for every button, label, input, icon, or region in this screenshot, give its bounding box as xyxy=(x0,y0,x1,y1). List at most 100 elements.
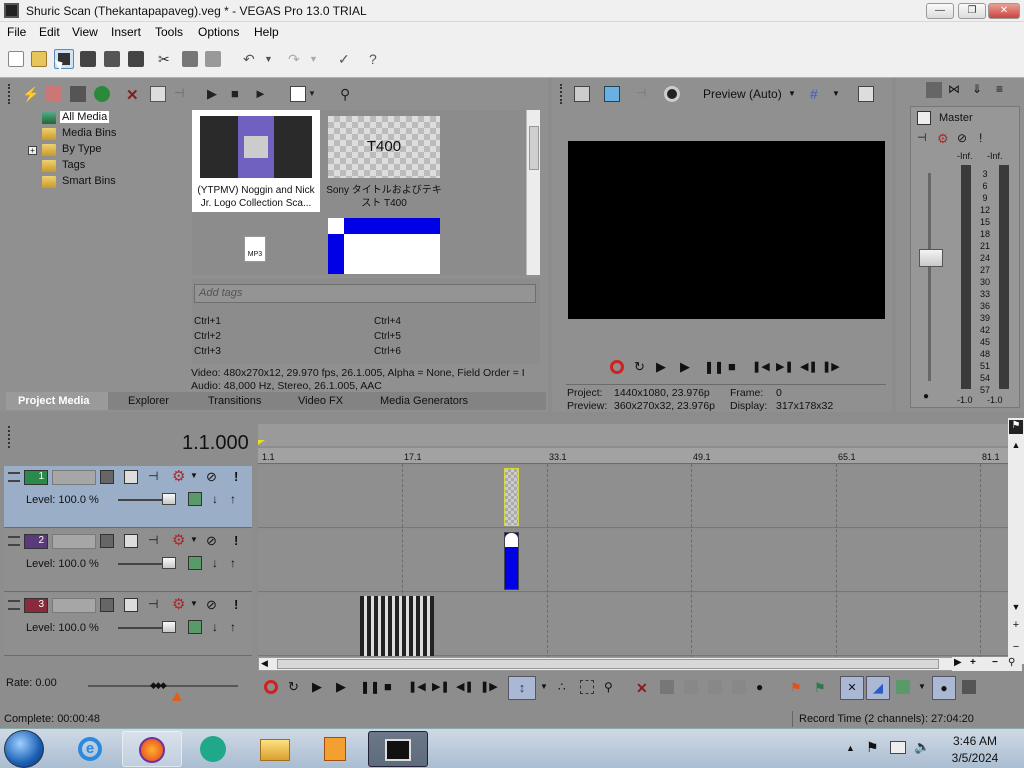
external-monitor-icon[interactable] xyxy=(604,86,620,102)
track-fx-gear-icon[interactable]: ⚙ xyxy=(172,595,185,613)
copy-icon[interactable] xyxy=(182,51,198,67)
get-media-icon[interactable] xyxy=(70,86,86,102)
solo-icon[interactable]: ! xyxy=(234,469,238,484)
snapping-dropdown-icon[interactable]: ▼ xyxy=(918,682,926,691)
taskbar-firefox[interactable] xyxy=(122,731,182,767)
panel-grip[interactable] xyxy=(560,84,564,104)
track-fx-dropdown-icon[interactable]: ▼ xyxy=(190,599,198,608)
undo-dropdown-icon[interactable]: ▼ xyxy=(264,51,280,67)
track-fx-dropdown-icon[interactable]: ▼ xyxy=(190,471,198,480)
timeline-grip[interactable] xyxy=(8,426,12,448)
zoom-in-vertical-icon[interactable]: + xyxy=(1010,620,1022,632)
overlays-grid-icon[interactable]: # xyxy=(810,86,826,102)
zoom-in-horizontal-icon[interactable]: + xyxy=(970,657,976,668)
play-icon[interactable]: ▶ xyxy=(680,360,694,374)
whats-this-help-icon[interactable]: ? xyxy=(369,51,385,67)
time-ruler[interactable] xyxy=(258,448,1008,464)
loop-icon[interactable]: ↻ xyxy=(634,360,648,374)
mute-icon[interactable]: ⊘ xyxy=(957,131,973,147)
tab-media-generators[interactable]: Media Generators xyxy=(380,395,468,407)
tab-video-fx[interactable]: Video FX xyxy=(298,395,343,407)
go-to-end-icon[interactable]: ▶❚ xyxy=(776,360,794,374)
play-from-start-icon[interactable]: ▶ xyxy=(312,680,326,694)
clock-date[interactable]: 3/5/2024 xyxy=(940,751,1010,765)
level-slider-handle[interactable] xyxy=(162,557,176,569)
stop-icon[interactable]: ■ xyxy=(728,360,742,374)
taskbar-ie[interactable]: e xyxy=(60,731,120,767)
tag-shortcut[interactable]: Ctrl+4 xyxy=(374,316,401,327)
edit-tool-dropdown-icon[interactable]: ▼ xyxy=(540,682,548,691)
composite-mode-icon[interactable] xyxy=(100,534,114,548)
media-properties-icon[interactable] xyxy=(150,86,166,102)
down-arrow-icon[interactable]: ↓ xyxy=(212,620,218,634)
track-fx-dropdown-icon[interactable]: ▼ xyxy=(190,535,198,544)
clip-color-blue[interactable] xyxy=(504,532,519,590)
track-envelope-icon[interactable] xyxy=(188,556,202,570)
pause-icon[interactable]: ❚❚ xyxy=(360,680,380,694)
color-thumbnail[interactable] xyxy=(328,218,440,274)
level-slider-handle[interactable] xyxy=(162,621,176,633)
zoom-tool-icon[interactable]: ⚲ xyxy=(1008,657,1015,668)
volume-muted-icon[interactable]: 🔈 xyxy=(914,739,930,755)
master-fader-handle[interactable] xyxy=(919,249,943,267)
minimize-button[interactable]: — xyxy=(926,3,954,19)
trim-icon[interactable] xyxy=(660,680,674,694)
redo-icon[interactable]: ↷ xyxy=(288,51,304,67)
tree-item-media-bins[interactable]: Media Bins xyxy=(62,127,116,139)
lock-icon[interactable]: ● xyxy=(923,391,929,402)
zoom-out-vertical-icon[interactable]: − xyxy=(1010,642,1022,654)
scroll-down-icon[interactable]: ▼ xyxy=(1010,602,1022,614)
split-icon[interactable] xyxy=(732,680,746,694)
quality-dropdown-icon[interactable]: ▼ xyxy=(788,86,804,102)
start-button[interactable] xyxy=(4,730,44,768)
menu-edit[interactable]: Edit xyxy=(39,25,60,39)
track-minimize-icon[interactable] xyxy=(8,536,20,546)
auto-ripple-icon[interactable]: ✕ xyxy=(840,676,864,700)
preview-properties-icon[interactable] xyxy=(574,86,590,102)
panel-grip[interactable] xyxy=(8,84,12,104)
clip-video-track-3[interactable] xyxy=(360,596,434,656)
preview-quality-dropdown[interactable]: Preview (Auto) xyxy=(703,87,782,101)
pause-icon[interactable]: ❚❚ xyxy=(704,360,724,374)
cursor-position[interactable]: 1.1.000 xyxy=(182,432,249,455)
scroll-left-icon[interactable]: ◀ xyxy=(261,658,268,669)
taskbar-media-player[interactable] xyxy=(306,731,366,767)
record-icon[interactable] xyxy=(264,680,278,694)
views-icon[interactable] xyxy=(290,86,306,102)
previous-frame-icon[interactable]: ◀❚ xyxy=(456,680,474,694)
track-envelope-icon[interactable] xyxy=(188,620,202,634)
envelope-tool-icon[interactable]: ∴ xyxy=(558,680,572,694)
timeline-hscroll[interactable]: ◀ xyxy=(258,657,1008,671)
tree-item-smart-bins[interactable]: Smart Bins xyxy=(62,175,116,187)
solo-icon[interactable]: ! xyxy=(234,533,238,548)
dim-output-icon[interactable]: ⇓ xyxy=(972,82,988,98)
redo-dropdown-icon[interactable]: ▼ xyxy=(309,51,325,67)
record-icon[interactable] xyxy=(610,360,624,374)
play-from-start-icon[interactable]: ▶ xyxy=(656,360,670,374)
menu-view[interactable]: View xyxy=(72,25,98,39)
track-motion-icon[interactable]: ⊣ xyxy=(148,469,158,483)
selection-tool-icon[interactable] xyxy=(580,680,594,694)
track-motion-icon[interactable]: ⊣ xyxy=(148,597,158,611)
thumbnails-scrollbar[interactable] xyxy=(526,110,540,275)
stop-media-icon[interactable]: ■ xyxy=(231,86,247,102)
menu-help[interactable]: Help xyxy=(254,25,279,39)
save-as-icon[interactable] xyxy=(80,51,96,67)
split-screen-icon[interactable] xyxy=(664,86,680,102)
playhead-marker[interactable] xyxy=(258,440,265,445)
tab-explorer[interactable]: Explorer xyxy=(128,395,169,407)
track-name-field[interactable] xyxy=(52,534,96,549)
track-name-field[interactable] xyxy=(52,598,96,613)
timeline-vscroll[interactable]: ⚑ ▲ ▼ + − xyxy=(1008,418,1024,664)
previous-frame-icon[interactable]: ◀❚ xyxy=(800,360,818,374)
track-minimize-icon[interactable] xyxy=(8,600,20,610)
tag-shortcut[interactable]: Ctrl+2 xyxy=(194,331,221,342)
insert-region-icon[interactable]: ⚑ xyxy=(814,680,828,695)
snapping-icon[interactable] xyxy=(896,680,910,694)
rate-handle-icon[interactable]: ◆◆◆ xyxy=(150,680,167,691)
master-properties-icon[interactable] xyxy=(926,82,942,98)
clock-time[interactable]: 3:46 AM xyxy=(940,734,1010,748)
tag-shortcut[interactable]: Ctrl+6 xyxy=(374,346,401,357)
menu-options[interactable]: Options xyxy=(198,25,239,39)
trim-start-icon[interactable] xyxy=(684,680,698,694)
